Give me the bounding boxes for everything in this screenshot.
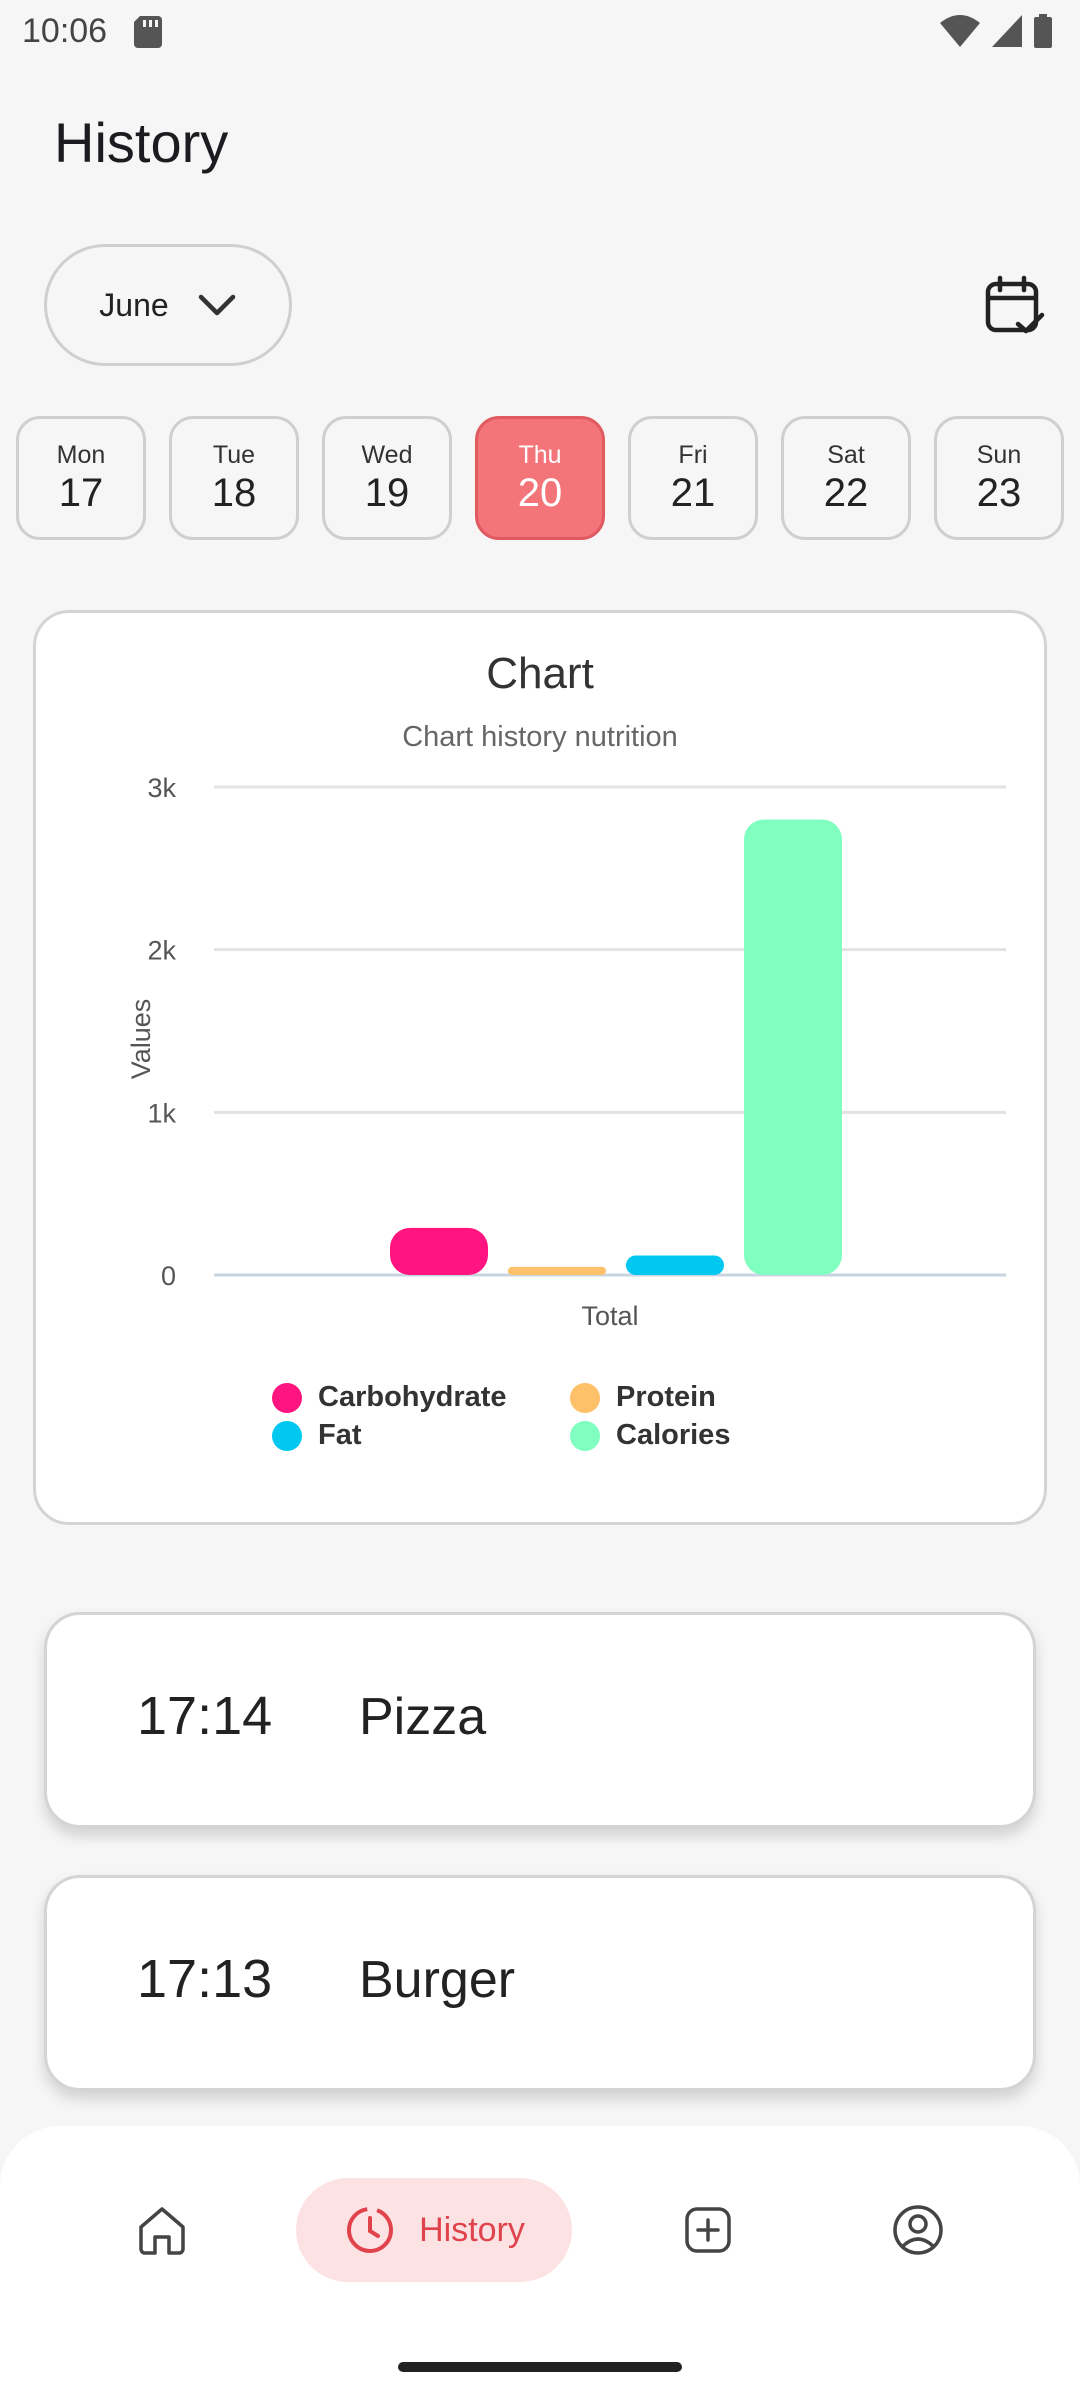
day-sat[interactable]: Sat 22	[781, 416, 911, 540]
day-number: 19	[364, 471, 410, 515]
nutrition-chart-card: Chart Chart history nutrition 0 1k 2k 3k Val…	[33, 610, 1047, 1525]
home-icon	[139, 2207, 185, 2255]
meal-name: Burger	[359, 1951, 516, 2009]
legend-label: Protein	[616, 1381, 716, 1413]
legend-item-protein: Protein	[570, 1381, 716, 1414]
week-day-strip: Mon 17 Tue 18 Wed 19 Thu 20 Fri 21 Sat 2…	[16, 416, 1080, 540]
day-number: 18	[211, 471, 257, 515]
day-number: 21	[670, 471, 716, 515]
legend-label: Calories	[616, 1419, 731, 1451]
page-title: History	[54, 111, 229, 174]
meal-entry-card[interactable]: 17:14 Pizza	[44, 1612, 1036, 1828]
day-name: Tue	[212, 441, 256, 469]
day-number: 22	[823, 471, 869, 515]
status-bar: 10:06	[0, 0, 1080, 64]
bottom-navigation-bar: History	[0, 2126, 1080, 2400]
legend-swatch	[570, 1382, 600, 1413]
day-number: 23	[976, 471, 1022, 515]
legend-swatch	[272, 1382, 302, 1413]
clock-history-icon	[347, 2207, 394, 2253]
meal-name: Pizza	[359, 1688, 487, 1746]
day-number: 20	[517, 471, 563, 515]
month-dropdown[interactable]: June	[44, 244, 292, 366]
y-tick-label: 3k	[147, 773, 176, 803]
nav-history-label: History	[419, 2210, 525, 2249]
day-name: Sun	[976, 441, 1022, 469]
nav-home[interactable]	[112, 2178, 212, 2282]
day-thu-selected[interactable]: Thu 20	[475, 416, 605, 540]
meal-time: 17:13	[137, 1949, 273, 2009]
meal-time: 17:14	[137, 1686, 273, 1746]
y-tick-label: 0	[161, 1261, 176, 1291]
y-tick-label: 1k	[147, 1098, 176, 1128]
legend-swatch	[570, 1420, 600, 1451]
day-name: Mon	[56, 441, 106, 469]
month-dropdown-value: June	[99, 286, 169, 323]
day-tue[interactable]: Tue 18	[169, 416, 299, 540]
legend-swatch	[272, 1420, 302, 1451]
nav-add[interactable]	[658, 2178, 758, 2282]
home-indicator	[398, 2362, 682, 2372]
add-square-icon	[685, 2207, 731, 2253]
meal-entry-card[interactable]: 17:13 Burger	[44, 1875, 1036, 2091]
legend-item-calories: Calories	[570, 1419, 730, 1452]
bar-chart: 0 1k 2k 3k Values Total	[126, 773, 1006, 1331]
nav-profile[interactable]	[868, 2178, 968, 2282]
day-name: Thu	[518, 441, 562, 469]
day-sun[interactable]: Sun 23	[934, 416, 1064, 540]
day-fri[interactable]: Fri 21	[628, 416, 758, 540]
chevron-down-icon	[198, 294, 235, 316]
sd-card-icon	[134, 16, 162, 48]
y-axis-label: Values	[126, 999, 156, 1080]
y-tick-label: 2k	[147, 936, 176, 966]
day-name: Wed	[361, 441, 413, 469]
bar-calories	[744, 819, 842, 1275]
legend-label: Fat	[318, 1419, 362, 1451]
day-wed[interactable]: Wed 19	[322, 416, 452, 540]
legend-label: Carbohydrate	[318, 1381, 507, 1413]
battery-icon	[1034, 14, 1052, 48]
wifi-icon	[940, 15, 980, 47]
bar-fat	[626, 1255, 724, 1275]
day-mon[interactable]: Mon 17	[16, 416, 146, 540]
day-name: Sat	[827, 441, 865, 469]
calendar-check-icon[interactable]	[982, 274, 1046, 338]
cellular-signal-icon	[992, 15, 1022, 47]
x-tick-label: Total	[581, 1301, 638, 1331]
bar-carbohydrate	[390, 1227, 488, 1275]
legend-item-carbohydrate: Carbohydrate	[272, 1381, 507, 1414]
status-time: 10:06	[22, 12, 108, 50]
day-number: 17	[58, 471, 104, 515]
nav-history[interactable]: History	[296, 2178, 572, 2282]
bar-protein	[508, 1266, 606, 1275]
day-name: Fri	[678, 441, 708, 469]
profile-icon	[893, 2205, 943, 2255]
legend-item-fat: Fat	[272, 1419, 362, 1452]
